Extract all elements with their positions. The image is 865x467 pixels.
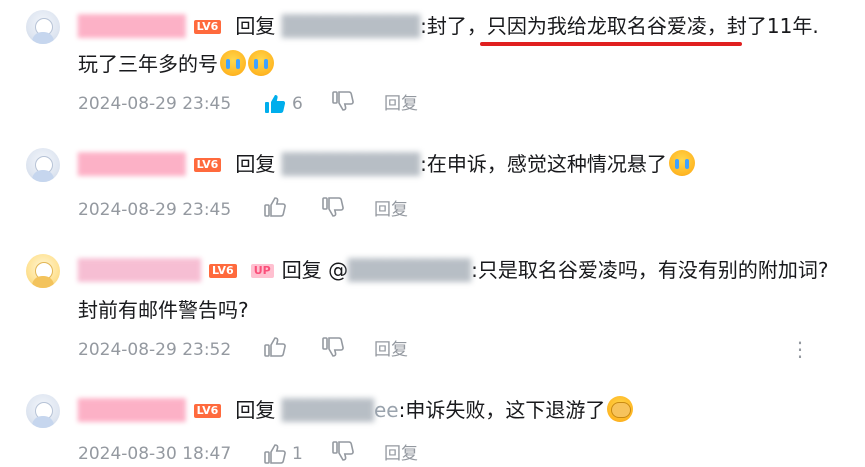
avatar[interactable] xyxy=(26,148,60,182)
like-button[interactable] xyxy=(264,337,286,357)
reply-button[interactable]: 回复 xyxy=(384,441,418,467)
timestamp: 2024-08-29 23:45 xyxy=(78,200,232,220)
username-blurred[interactable]: ███████ xyxy=(78,396,186,424)
reply-word: 回复 xyxy=(235,14,276,38)
reply-target-blurred[interactable]: ████████ xyxy=(348,256,471,284)
username-blurred[interactable]: ███████ xyxy=(78,150,186,178)
like-button[interactable]: 6 xyxy=(264,91,303,117)
like-count: 6 xyxy=(292,94,303,114)
reply-content-continued: 封前有邮件警告吗? xyxy=(78,298,249,322)
thumbs-up-icon xyxy=(264,337,286,357)
reply-meta: 2024-08-29 23:52 回复 xyxy=(78,337,408,363)
timestamp: 2024-08-29 23:52 xyxy=(78,340,232,360)
reply-target-suffix: ee xyxy=(374,398,399,422)
level-badge: LV6 xyxy=(193,20,222,34)
reply-content-line2: 玩了三年多的号 xyxy=(78,50,274,78)
reply-content-continued: 玩了三年多的号 xyxy=(78,52,218,76)
crying-emoji-icon xyxy=(248,50,274,76)
thumbs-down-icon xyxy=(332,441,354,461)
reply-content-line2: 封前有邮件警告吗? xyxy=(78,296,249,324)
level-badge: LV6 xyxy=(209,264,237,278)
reply-word: 回复 xyxy=(235,398,276,422)
reply-button[interactable]: 回复 xyxy=(374,337,408,363)
level-badge: LV6 xyxy=(193,404,222,418)
reply-content: :申诉失败，这下退游了 xyxy=(398,398,606,422)
reply-button[interactable]: 回复 xyxy=(384,91,418,117)
dislike-button[interactable] xyxy=(322,337,344,357)
thumbs-up-icon xyxy=(264,197,286,217)
level-badge: LV6 xyxy=(193,158,222,172)
reply-button[interactable]: 回复 xyxy=(374,197,408,223)
username-blurred[interactable]: ███████ xyxy=(78,12,186,40)
reply-meta: 2024-08-29 23:45 6 回复 xyxy=(78,91,418,117)
thumbs-up-filled-icon xyxy=(265,95,286,113)
reply-header-line: ███████ LV6 回复 █████████:在申诉，感觉这种情况悬了 xyxy=(78,150,695,178)
avatar[interactable] xyxy=(26,254,60,288)
reply-header-line: ████████ LV6 UP 回复 @████████:只是取名谷爱凌吗，有没有别的… xyxy=(78,256,828,284)
thumbs-down-icon xyxy=(322,197,344,217)
dislike-button[interactable] xyxy=(332,441,354,461)
thumbs-down-icon xyxy=(322,337,344,357)
facepalm-emoji-icon xyxy=(607,396,634,422)
more-options-icon[interactable]: ⋮ xyxy=(790,337,810,361)
crying-emoji-icon xyxy=(220,50,246,76)
like-button[interactable] xyxy=(264,197,286,217)
dislike-button[interactable] xyxy=(332,91,354,111)
reply-meta: 2024-08-29 23:45 回复 xyxy=(78,197,408,223)
reply-word: 回复 @ xyxy=(281,258,349,282)
reply-word: 回复 xyxy=(235,152,276,176)
reply-target-blurred[interactable]: █████████ xyxy=(275,150,420,178)
avatar[interactable] xyxy=(26,394,60,428)
like-count: 1 xyxy=(292,444,303,464)
username-blurred[interactable]: ████████ xyxy=(78,256,201,284)
timestamp: 2024-08-29 23:45 xyxy=(78,94,232,114)
thumbs-up-icon xyxy=(264,444,286,464)
reply-content: :只是取名谷爱凌吗，有没有别的附加词? xyxy=(471,258,829,282)
crying-emoji-icon xyxy=(668,150,695,176)
reply-content: :封了，只因为我给龙取名谷爱凌，封了11年. xyxy=(420,14,819,38)
reply-header-line: ███████ LV6 回复 ██████ee:申诉失败，这下退游了 xyxy=(78,396,634,424)
like-button[interactable]: 1 xyxy=(264,441,303,467)
red-underline-annotation xyxy=(480,42,742,46)
reply-target-blurred[interactable]: ██████ xyxy=(275,396,374,424)
up-badge: UP xyxy=(250,264,274,278)
timestamp: 2024-08-30 18:47 xyxy=(78,444,232,464)
reply-meta: 2024-08-30 18:47 1 回复 xyxy=(78,441,418,467)
reply-content: :在申诉，感觉这种情况悬了 xyxy=(420,152,667,176)
dislike-button[interactable] xyxy=(322,197,344,217)
thumbs-down-icon xyxy=(332,91,354,111)
reply-header-line: ███████ LV6 回复 █████████:封了，只因为我给龙取名谷爱凌，封了… xyxy=(78,12,819,40)
avatar[interactable] xyxy=(26,10,60,44)
reply-target-blurred[interactable]: █████████ xyxy=(275,12,420,40)
